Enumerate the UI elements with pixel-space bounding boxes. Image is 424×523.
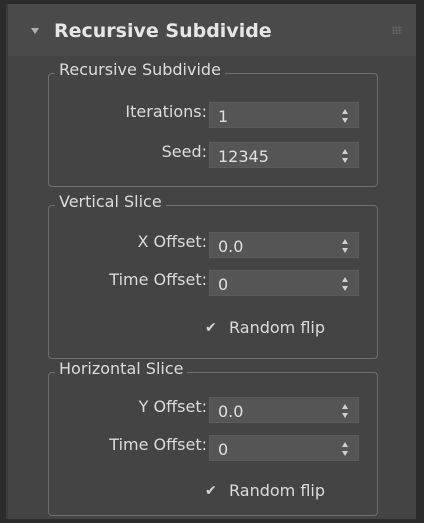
time-offset-value[interactable]: 0 — [218, 275, 228, 294]
random-flip-label[interactable]: Random flip — [229, 318, 325, 337]
group-vertical-slice: Vertical Slice X Offset: 0.0 Time Offset… — [48, 192, 378, 359]
time-offset-label: Time Offset: — [109, 270, 207, 289]
group-horizontal-slice: Horizontal Slice Y Offset: 0.0 Time Offs… — [48, 359, 378, 516]
time-offset-spinner[interactable]: 0 — [209, 435, 359, 461]
iterations-label: Iterations: — [125, 102, 207, 121]
grip-icon[interactable] — [392, 26, 402, 34]
time-offset-spinner[interactable]: 0 — [209, 270, 359, 296]
iterations-value[interactable]: 1 — [218, 107, 228, 126]
random-flip-label[interactable]: Random flip — [229, 481, 325, 500]
iterations-spinner[interactable]: 1 — [209, 102, 359, 128]
collapse-triangle-icon[interactable] — [31, 28, 39, 34]
spinner-arrows-icon[interactable] — [342, 109, 350, 123]
seed-spinner[interactable]: 12345 — [209, 142, 359, 168]
group-recursive-subdivide: Recursive Subdivide Iterations: 1 Seed: … — [48, 60, 378, 187]
x-offset-spinner[interactable]: 0.0 — [209, 232, 359, 258]
spinner-arrows-icon[interactable] — [342, 442, 350, 456]
spinner-arrows-icon[interactable] — [342, 277, 350, 291]
rollout-header[interactable]: Recursive Subdivide — [8, 4, 416, 56]
y-offset-spinner[interactable]: 0.0 — [209, 397, 359, 423]
spinner-arrows-icon[interactable] — [342, 404, 350, 418]
group-title: Horizontal Slice — [55, 359, 188, 378]
spinner-arrows-icon[interactable] — [342, 239, 350, 253]
x-offset-label: X Offset: — [137, 232, 207, 251]
time-offset-label: Time Offset: — [109, 435, 207, 454]
group-title: Vertical Slice — [55, 192, 166, 211]
checkmark-icon[interactable]: ✔ — [205, 483, 217, 499]
rollout-title: Recursive Subdivide — [54, 20, 272, 42]
y-offset-value[interactable]: 0.0 — [218, 402, 243, 421]
checkmark-icon[interactable]: ✔ — [205, 320, 217, 336]
rollout-panel: Recursive Subdivide Recursive Subdivide … — [6, 4, 416, 519]
spinner-arrows-icon[interactable] — [342, 149, 350, 163]
y-offset-label: Y Offset: — [138, 397, 207, 416]
group-title: Recursive Subdivide — [55, 60, 225, 79]
time-offset-value[interactable]: 0 — [218, 440, 228, 459]
seed-label: Seed: — [161, 142, 207, 161]
seed-value[interactable]: 12345 — [218, 147, 269, 166]
x-offset-value[interactable]: 0.0 — [218, 237, 243, 256]
